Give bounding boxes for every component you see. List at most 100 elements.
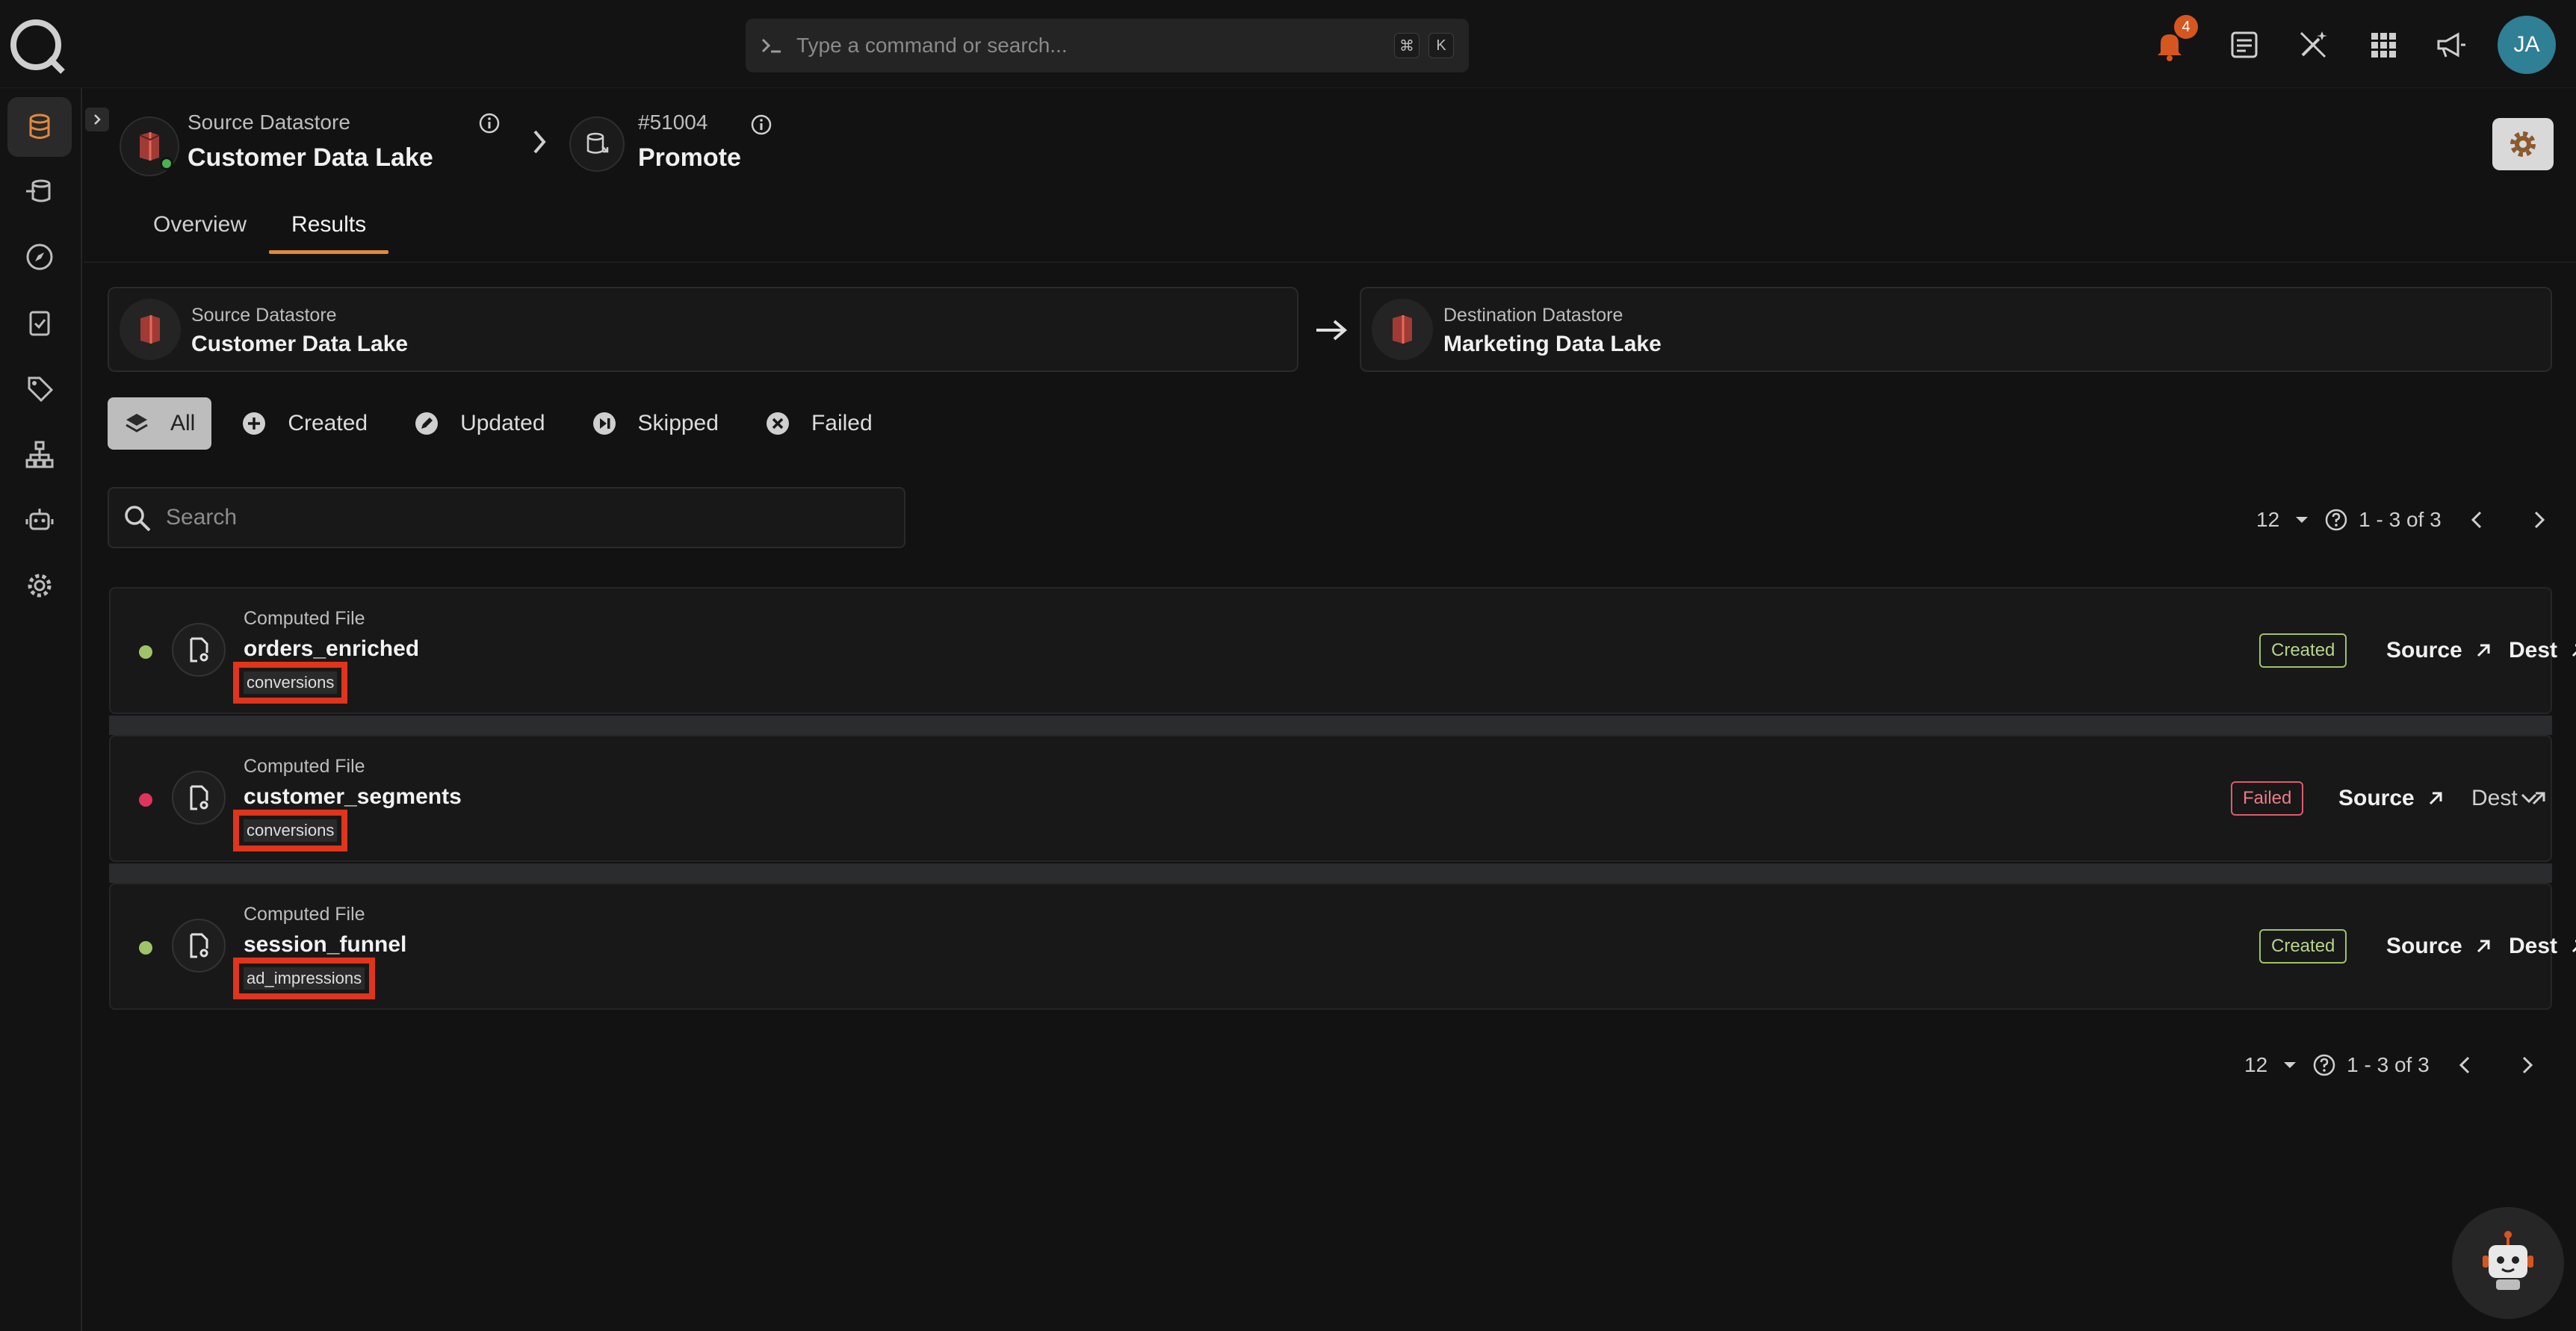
tab-overview[interactable]: Overview [131,208,269,254]
sidebar-item-settings[interactable] [7,556,72,615]
result-filters: All Created Updated Skipped Failed [108,397,902,450]
result-row[interactable]: Computed File orders_enriched conversion… [109,587,2576,714]
destination-card-label: Destination Datastore [1443,305,1623,326]
filter-updated-label: Updated [460,411,545,435]
user-avatar[interactable]: JA [2498,16,2556,74]
filter-created[interactable]: Created [225,397,384,450]
docs-icon[interactable] [2226,27,2262,63]
x-circle-icon [765,411,811,436]
dest-link-label: Dest [2509,934,2558,958]
row-separator [109,863,2552,883]
sidebar-item-agents[interactable] [7,490,72,550]
tag-icon [25,373,55,403]
result-row[interactable]: Computed File customer_segments conversi… [109,735,2552,862]
status-badge: Created [2259,929,2347,964]
tab-results[interactable]: Results [269,208,389,254]
filter-updated[interactable]: Updated [397,397,561,450]
row-tag-highlight: ad_impressions [233,958,376,999]
row-tag-highlight: conversions [233,662,348,704]
row-tag[interactable]: ad_impressions [244,967,365,990]
external-link-icon [2415,789,2445,807]
pagination-top: 12 1 - 3 of 3 [2256,505,2548,535]
result-row[interactable]: Computed File session_funnel ad_impressi… [109,883,2576,1010]
computed-file-icon [172,771,226,825]
sidebar-item-datastores[interactable] [7,97,72,157]
skip-circle-icon [592,411,638,436]
dropdown-caret-icon[interactable] [2281,1056,2299,1074]
main-content: Source Datastore Customer Data Lake #510… [84,88,2576,1331]
source-link-label: Source [2386,934,2462,958]
next-page-icon[interactable] [2530,509,2548,530]
pencil-circle-icon [414,411,460,436]
dropdown-caret-icon[interactable] [2293,511,2311,529]
search-input[interactable]: Search [108,487,905,548]
filter-failed-label: Failed [811,411,873,435]
robot-assistant-icon [2472,1227,2544,1299]
row-tag-highlight: conversions [233,810,348,851]
pagination-range: 1 - 3 of 3 [2347,1053,2430,1076]
command-search-bar[interactable]: Type a command or search... ⌘ K [746,19,1469,72]
filter-skipped-label: Skipped [637,411,719,435]
sidebar-item-tags[interactable] [7,359,72,418]
row-name[interactable]: customer_segments [244,784,462,810]
announcement-megaphone-icon[interactable] [2433,27,2468,63]
settings-gear-icon [2508,129,2538,159]
status-badge: Failed [2231,781,2304,816]
next-page-icon[interactable] [2518,1055,2536,1076]
dest-link-label: Dest [2509,638,2558,663]
stack-arrow-icon [25,176,55,206]
operation-info-icon[interactable] [750,114,773,136]
dest-link[interactable]: Dest [2509,928,2576,965]
sidebar-item-explore[interactable] [7,227,72,287]
row-kind: Computed File [244,756,365,777]
row-name[interactable]: session_funnel [244,932,406,958]
row-tag[interactable]: conversions [244,819,338,842]
top-bar: Type a command or search... ⌘ K 4 JA [0,0,2576,88]
operation-settings-button[interactable] [2492,118,2554,170]
sidebar-item-hierarchy[interactable] [7,424,72,484]
sidebar-item-checks[interactable] [7,293,72,353]
dest-link[interactable]: Dest [2509,632,2576,669]
row-tag[interactable]: conversions [244,671,338,694]
pagination-bottom: 12 1 - 3 of 3 [2244,1050,2536,1080]
k-key-hint: K [1428,33,1454,58]
rows-per-page-value[interactable]: 12 [2256,508,2279,532]
tab-bar: Overview Results [131,208,389,254]
prev-page-icon[interactable] [2468,509,2486,530]
status-badge: Created [2259,633,2347,668]
expand-row-chevron-icon[interactable] [2516,786,2542,811]
destination-datastore-card[interactable]: Destination Datastore Marketing Data Lak… [1360,287,2552,372]
info-icon[interactable] [478,112,501,134]
source-link[interactable]: Source [2338,780,2445,817]
database-icon [25,112,55,142]
pagination-range: 1 - 3 of 3 [2359,508,2442,531]
source-link[interactable]: Source [2386,632,2492,669]
database-export-icon [584,131,610,157]
help-circle-icon[interactable] [2312,1053,2336,1077]
external-link-icon [2462,642,2492,660]
source-datastore-card[interactable]: Source Datastore Customer Data Lake [108,287,1298,372]
row-name[interactable]: orders_enriched [244,636,419,662]
filter-skipped[interactable]: Skipped [575,397,735,450]
filter-all[interactable]: All [108,397,212,450]
destination-card-name: Marketing Data Lake [1443,332,1662,356]
prev-page-icon[interactable] [2456,1055,2474,1076]
apps-grid-icon[interactable] [2365,27,2401,63]
command-search-placeholder: Type a command or search... [796,34,1068,57]
status-dot [139,645,152,659]
assistant-bot-button[interactable] [2452,1207,2564,1319]
help-circle-icon[interactable] [2324,508,2348,532]
robot-icon [25,505,55,535]
filter-all-label: All [170,411,196,435]
operation-name: Promote [638,143,741,172]
breadcrumb-chevron-icon [529,128,550,155]
magic-wand-off-icon[interactable] [2295,27,2331,63]
filter-failed[interactable]: Failed [749,397,889,450]
computed-file-icon [172,623,226,677]
sidebar-item-flows[interactable] [7,161,72,221]
source-card-name: Customer Data Lake [191,332,409,356]
breadcrumb-source-name[interactable]: Customer Data Lake [188,143,433,173]
rows-per-page-value[interactable]: 12 [2244,1053,2267,1077]
app-logo[interactable] [6,13,69,76]
source-link[interactable]: Source [2386,928,2492,965]
